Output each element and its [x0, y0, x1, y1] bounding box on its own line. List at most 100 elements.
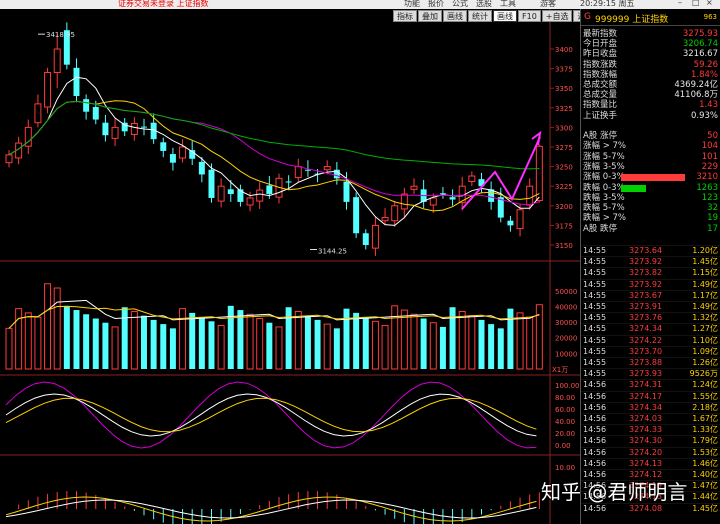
tick-row: 14:55 3273.91 1.49亿	[581, 301, 720, 311]
tick-price: 3274.22	[629, 335, 663, 345]
volume-bar	[391, 305, 399, 370]
volume-bar	[333, 328, 340, 369]
tick-price: 3273.88	[629, 358, 663, 367]
tick-price: 3273.64	[629, 246, 663, 255]
volume-axis-label: 10000	[555, 350, 577, 358]
volume-axis-label: 40000	[555, 303, 577, 311]
quote-label: 昨日收盘	[583, 49, 618, 60]
candle-body	[526, 185, 534, 206]
quote-row: 总成交量 41106.8万	[581, 90, 720, 100]
toolbar-draw-button[interactable]: 画线	[443, 10, 467, 22]
breadth-value: 3210	[696, 172, 718, 183]
candle-body	[429, 197, 437, 206]
indicator-axis-label: 60.00	[555, 406, 575, 414]
kline-chart[interactable]: 3400 3375 3350 3325 3300 3275 3250 3225 3200 3175…	[0, 9, 580, 524]
tick-time: 14:56	[583, 414, 607, 423]
tick-time: 14:56	[583, 391, 607, 401]
menu-guest[interactable]: 游客	[540, 0, 556, 9]
kline-chart-area[interactable]: 3400 3375 3350 3325 3300 3275 3250 3225 3200 3175…	[0, 9, 580, 524]
volume-bar	[526, 316, 534, 370]
breadth-label: 跌幅 0-3%	[583, 182, 625, 193]
breadth-row: 跌幅 5-7% 32	[581, 203, 720, 213]
candle-body	[256, 189, 264, 202]
quote-value: 59.26	[693, 59, 718, 70]
menu-formula[interactable]: 公式	[452, 0, 468, 9]
volume-bar	[362, 317, 369, 369]
toolbar-drawline-button[interactable]: 画线	[493, 10, 517, 22]
minimize-icon[interactable]: –	[678, 0, 682, 7]
volume-bar	[516, 312, 524, 370]
price-min-label: 3144.25	[318, 248, 347, 256]
volume-bar	[535, 304, 543, 370]
volume-axis-label: 30000	[555, 319, 577, 327]
volume-bar	[458, 310, 466, 370]
toolbar-f10-button[interactable]: F10	[518, 10, 541, 22]
close-icon[interactable]: ×	[706, 0, 713, 7]
breadth-value: 17	[707, 223, 718, 234]
tick-row: 14:55 3273.64 1.20亿	[581, 245, 720, 255]
menu-tools[interactable]: 工具	[500, 0, 516, 9]
tick-time: 14:56	[583, 447, 607, 457]
quote-row: 指数涨跌 59.26	[581, 60, 720, 70]
volume-bar	[63, 305, 70, 369]
tick-price: 3273.76	[629, 313, 663, 323]
volume-bar	[381, 325, 389, 370]
volume-bar	[130, 310, 138, 370]
candle-body	[294, 166, 302, 179]
menu-function[interactable]: 功能	[404, 0, 420, 9]
volume-bar	[227, 305, 234, 369]
candle-body	[304, 169, 311, 171]
quote-label: 指数涨幅	[583, 69, 618, 80]
tick-row: 14:55 3274.22 1.10亿	[581, 334, 720, 345]
breadth-row: A股 跌停 17	[581, 224, 720, 234]
tick-price: 3273.67	[629, 290, 663, 300]
candle-body	[516, 209, 524, 230]
maximize-icon[interactable]: □	[692, 0, 700, 7]
candle-body	[227, 189, 234, 195]
volume-bar	[5, 327, 13, 370]
volume-bar	[53, 287, 61, 370]
breadth-value: 123	[701, 192, 718, 203]
toolbar-add-watchlist-button[interactable]: +自选	[541, 10, 573, 22]
quote-label: 今日开盘	[583, 39, 618, 50]
volume-bar	[169, 328, 176, 369]
candle-body	[246, 197, 254, 206]
price-axis-label: 3375	[555, 66, 573, 74]
volume-bar	[44, 283, 52, 370]
candle-body	[362, 233, 369, 245]
volume-bar	[160, 324, 167, 369]
quote-title: G 999999 上证指数 963	[581, 10, 720, 26]
candle-body	[208, 169, 215, 198]
breadth-label: 跌幅 3-5%	[583, 192, 625, 203]
toolbar-indicator-button[interactable]: 指标	[393, 10, 417, 22]
tick-time: 14:56	[583, 458, 607, 468]
tick-row: 14:55 3273.93 9526万	[581, 368, 720, 378]
menu-stock-select[interactable]: 选股	[476, 0, 492, 9]
menu-quote[interactable]: 报价	[428, 0, 444, 9]
volume-bar	[217, 325, 225, 370]
index-code-name[interactable]: 999999 上证指数	[595, 12, 668, 25]
tick-volume: 1.46亿	[692, 458, 718, 468]
indicator-axis-label: 20.00	[555, 430, 575, 438]
tick-price: 3274.31	[629, 380, 663, 390]
volume-bar	[237, 310, 244, 369]
candle-body	[5, 154, 13, 164]
breadth-row: 跌幅 0-3% 1263	[581, 183, 720, 193]
volume-bar	[314, 319, 321, 369]
candle-body	[44, 72, 52, 108]
candle-body	[266, 185, 273, 195]
volume-bar	[246, 313, 254, 370]
tick-row: 14:55 3273.76 1.32亿	[581, 312, 720, 323]
breadth-value: 50	[707, 131, 718, 141]
price-axis-label: 3250	[555, 164, 573, 172]
candle-body	[381, 217, 389, 222]
price-axis-label: 3200	[555, 203, 573, 211]
quote-row: 总成交额 4369.24亿	[581, 80, 720, 90]
volume-bar	[294, 310, 302, 370]
tick-price: 3274.03	[629, 414, 663, 423]
tick-time: 14:56	[583, 425, 607, 435]
tick-price: 3274.17	[629, 391, 663, 401]
breadth-row: 涨幅 0-3% 3210	[581, 172, 720, 182]
toolbar-overlay-button[interactable]: 叠加	[418, 10, 442, 22]
toolbar-stats-button[interactable]: 统计	[468, 10, 492, 22]
